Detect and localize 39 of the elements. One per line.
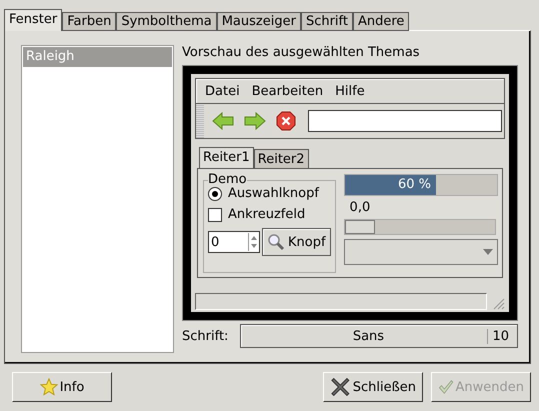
preview-label: Vorschau des ausgewählten Themas <box>182 45 421 62</box>
slider-thumb[interactable] <box>344 220 375 234</box>
group-title: Demo <box>208 174 247 186</box>
toolbar-grip[interactable] <box>196 104 204 138</box>
checkbox-label: Ankreuzfeld <box>228 207 306 222</box>
dropdown-arrow-icon <box>483 249 493 255</box>
radio-button[interactable] <box>208 186 222 200</box>
close-icon <box>330 376 351 398</box>
tab[interactable]: Reiter1 <box>199 147 254 168</box>
dialog-button[interactable]: Info <box>12 372 112 402</box>
tab[interactable]: Mauszeiger <box>216 12 301 31</box>
slider-track[interactable] <box>344 219 496 235</box>
tab[interactable]: Schrift <box>300 12 353 31</box>
tab[interactable]: Symbolthema <box>116 12 217 31</box>
radio-label: Auswahlknopf <box>228 186 319 201</box>
search-icon <box>267 233 285 251</box>
star-icon <box>40 378 58 396</box>
forward-arrow-icon[interactable] <box>244 112 266 130</box>
back-arrow-icon[interactable] <box>212 112 234 130</box>
menu-item[interactable]: Bearbeiten <box>252 84 324 98</box>
resize-grip-icon[interactable] <box>491 296 505 310</box>
scale-value: 0,0 <box>348 200 372 215</box>
combo-box[interactable] <box>344 239 498 265</box>
menu-item[interactable]: Hilfe <box>335 84 365 98</box>
font-button[interactable]: Sans 10 <box>240 324 518 348</box>
font-label: Schrift: <box>182 328 228 344</box>
tab[interactable]: Farben <box>62 12 116 31</box>
progress-text: 60 % <box>398 177 431 192</box>
spin-field[interactable]: 0 <box>208 231 260 253</box>
tab[interactable]: Reiter2 <box>254 149 309 168</box>
menu-item[interactable]: Datei <box>205 84 240 98</box>
dialog-button[interactable]: Schließen <box>323 372 423 402</box>
tab[interactable]: Fenster <box>4 9 62 31</box>
checkbox[interactable] <box>208 208 222 222</box>
address-field[interactable] <box>308 110 502 132</box>
spin-arrows-icon[interactable] <box>248 233 259 251</box>
stop-icon[interactable] <box>276 111 296 131</box>
search-button[interactable]: Knopf <box>262 228 331 256</box>
tab[interactable]: Andere <box>352 12 410 31</box>
